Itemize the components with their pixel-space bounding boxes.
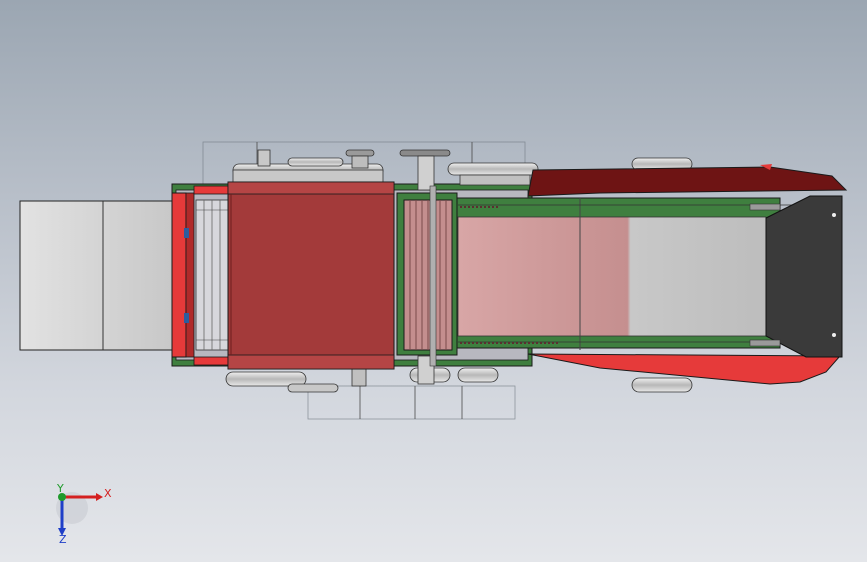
model-drawing[interactable]: X Y Z	[0, 0, 867, 562]
x-axis-arrowhead	[96, 493, 103, 501]
top-side-cover[interactable]	[527, 164, 848, 197]
screen-grid	[195, 199, 229, 351]
y-axis-label: Y	[56, 482, 64, 495]
crushing-drum[interactable]	[396, 192, 458, 356]
coordinate-triad: X Y Z	[56, 482, 112, 546]
cad-viewport[interactable]: X Y Z	[0, 0, 867, 562]
conveyor-belt[interactable]	[454, 197, 800, 350]
discharge-hood[interactable]	[765, 195, 843, 358]
feed-hopper[interactable]	[227, 181, 395, 370]
collection-bin[interactable]	[19, 200, 173, 351]
x-axis-label: X	[104, 487, 112, 500]
z-axis-label: Z	[59, 533, 67, 546]
